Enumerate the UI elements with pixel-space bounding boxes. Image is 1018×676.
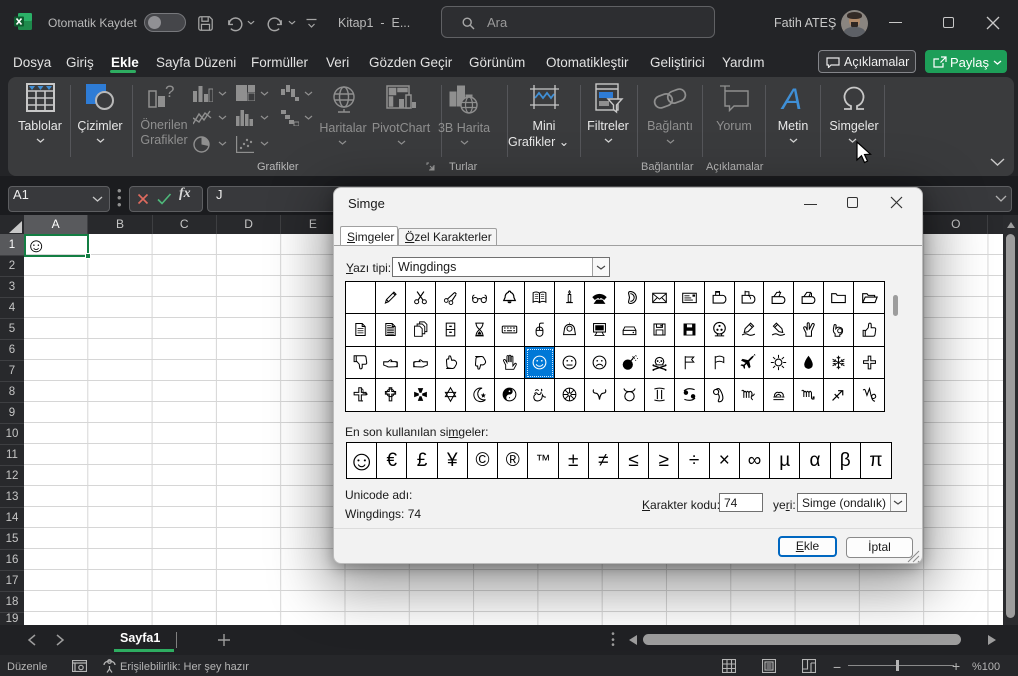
- svg-text:A: A: [780, 83, 802, 112]
- svg-text:?: ?: [165, 84, 174, 101]
